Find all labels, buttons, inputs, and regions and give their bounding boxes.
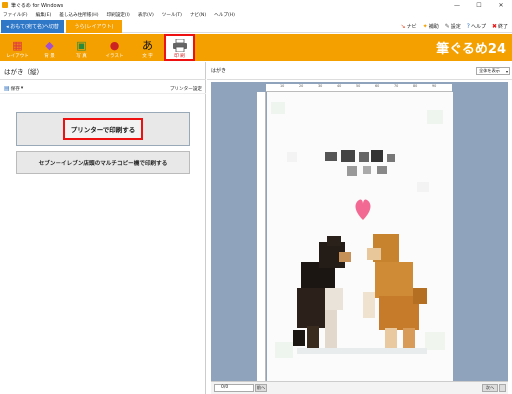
settings-icon: ✎ <box>444 23 450 30</box>
last-page-button[interactable] <box>499 384 506 392</box>
page-indicator: 0/0 <box>214 384 254 392</box>
illust-button[interactable]: ● イラスト <box>101 36 128 60</box>
right-tools: ↘ ナビ ✦ 補助 ✎ 設定 ? ヘルプ ✖ 終了 <box>395 20 508 33</box>
layout-label: レイアウト <box>6 54 29 59</box>
print-with-printer-button[interactable]: プリンターで印刷する <box>16 112 190 146</box>
postcard-preview[interactable] <box>267 92 453 381</box>
text-icon: あ <box>142 38 153 52</box>
help-icon: ? <box>466 23 470 30</box>
menu-view[interactable]: 表示(V) <box>138 12 154 18</box>
navi-label: ナビ <box>406 24 417 30</box>
back-layout-tab[interactable]: うら(レイアウト) <box>66 20 122 33</box>
chevron-down-icon: ▾ <box>505 68 508 74</box>
ruler-tick: 60 <box>375 84 380 88</box>
navi-icon: ↘ <box>400 23 406 30</box>
save-label: 保存 <box>10 86 20 92</box>
print-panel: はがき（縦） ▤ 保存 ▾ プリンター設定 プリンターで印刷する セブン－イレブ… <box>0 62 206 394</box>
window-title: 筆ぐるめ for Windows <box>11 2 64 9</box>
switch-to-front-tab[interactable]: ◂ おもて(宛て名)へ切替 <box>1 20 64 33</box>
illust-label: イラスト <box>105 54 124 59</box>
photo-icon: ▣ <box>76 38 87 52</box>
print-with-printer-label: プリンターで印刷する <box>62 118 144 140</box>
print-mode-button[interactable]: 印 刷 <box>164 34 195 61</box>
menu-address-book[interactable]: 差し込み住所帳(H) <box>59 12 98 18</box>
view-select[interactable]: 全体を表示 ▾ <box>476 67 510 75</box>
photo-button[interactable]: ▣ 写 真 <box>68 36 95 60</box>
menu-navi[interactable]: ナビ(N) <box>190 12 206 18</box>
background-icon: ◆ <box>45 38 54 52</box>
hint-icon: ✦ <box>422 23 428 30</box>
view-select-value: 全体を表示 <box>479 68 500 73</box>
printer-setup-link[interactable]: プリンター設定 <box>170 86 202 92</box>
layout-icon: ▦ <box>12 38 23 52</box>
printer-icon-svg <box>172 38 187 52</box>
previous-page-button[interactable]: 前へ <box>255 384 267 392</box>
hint-button[interactable]: ✦ 補助 <box>423 23 439 30</box>
text-button[interactable]: あ 文 字 <box>134 36 161 60</box>
layout-button[interactable]: ▦ レイアウト <box>4 36 31 60</box>
text-label: 文 字 <box>142 54 153 59</box>
ruler-tick: 70 <box>394 84 399 88</box>
save-icon: ▤ <box>4 85 10 92</box>
print-mode-label: 印 刷 <box>174 54 185 59</box>
close-button[interactable]: ✕ <box>490 0 512 10</box>
minimize-button[interactable]: — <box>446 0 468 10</box>
ruler-tick: 90 <box>432 84 437 88</box>
page-navigation-bar: 0/0 前へ 次へ <box>211 381 508 394</box>
menu-print-settings[interactable]: 印刷設定(I) <box>107 12 130 18</box>
help-button[interactable]: ? ヘルプ <box>467 23 486 30</box>
printer-icon <box>171 38 189 52</box>
ruler-tick: 80 <box>413 84 418 88</box>
photo-label: 写 真 <box>76 54 87 59</box>
postcard-artwork <box>267 92 453 381</box>
illust-icon: ● <box>109 38 120 52</box>
exit-button[interactable]: ✖ 終了 <box>492 23 508 30</box>
menu-edit[interactable]: 編集(E) <box>36 12 52 18</box>
app-icon <box>2 2 8 8</box>
exit-icon: ✖ <box>491 23 497 30</box>
background-button[interactable]: ◆ 背 景 <box>36 36 63 60</box>
ruler-tick: 40 <box>337 84 342 88</box>
panel-title: はがき（縦） <box>0 62 206 80</box>
mode-bar: ◂ おもて(宛て名)へ切替 うら(レイアウト) ↘ ナビ ✦ 補助 ✎ 設定 ? ヘルプ… <box>0 19 512 33</box>
help-label: ヘルプ <box>470 24 486 30</box>
hint-label: 補助 <box>428 24 439 30</box>
chevron-down-icon: ▾ <box>20 86 24 91</box>
brand-logo: 筆ぐるめ24 <box>436 42 506 57</box>
next-page-button[interactable]: 次へ <box>482 384 498 392</box>
preview-title: はがき <box>211 68 227 74</box>
menu-help[interactable]: ヘルプ(H) <box>214 12 235 18</box>
save-dropdown[interactable]: ▤ 保存 ▾ <box>4 85 23 92</box>
title-bar: 筆ぐるめ for Windows — ☐ ✕ <box>0 0 512 10</box>
horizontal-ruler: 10 20 30 40 50 60 70 80 90 <box>266 84 452 92</box>
ruler-tick: 20 <box>299 84 304 88</box>
maximize-button[interactable]: ☐ <box>468 0 490 10</box>
settings-button[interactable]: ✎ 設定 <box>445 23 461 30</box>
vertical-ruler <box>257 92 266 381</box>
settings-label: 設定 <box>450 24 461 30</box>
ruler-tick: 30 <box>318 84 323 88</box>
ribbon: ▦ レイアウト ◆ 背 景 ▣ 写 真 ● イラスト あ 文 字 印 刷 筆ぐる… <box>0 34 512 61</box>
ruler-tick: 50 <box>356 84 361 88</box>
menu-file[interactable]: ファイル(F) <box>3 12 28 18</box>
exit-label: 終了 <box>497 24 508 30</box>
print-at-seven-eleven-button[interactable]: セブン－イレブン店頭のマルチコピー機で印刷する <box>16 151 190 174</box>
panel-toolbar: ▤ 保存 ▾ プリンター設定 <box>0 84 206 94</box>
navi-button[interactable]: ↘ ナビ <box>401 23 417 30</box>
background-label: 背 景 <box>44 54 55 59</box>
menu-bar: ファイル(F) 編集(E) 差し込み住所帳(H) 印刷設定(I) 表示(V) ツ… <box>0 10 512 19</box>
menu-tools[interactable]: ツール(T) <box>162 12 182 18</box>
ruler-tick: 10 <box>280 84 285 88</box>
preview-header: はがき 全体を表示 ▾ <box>207 62 512 80</box>
